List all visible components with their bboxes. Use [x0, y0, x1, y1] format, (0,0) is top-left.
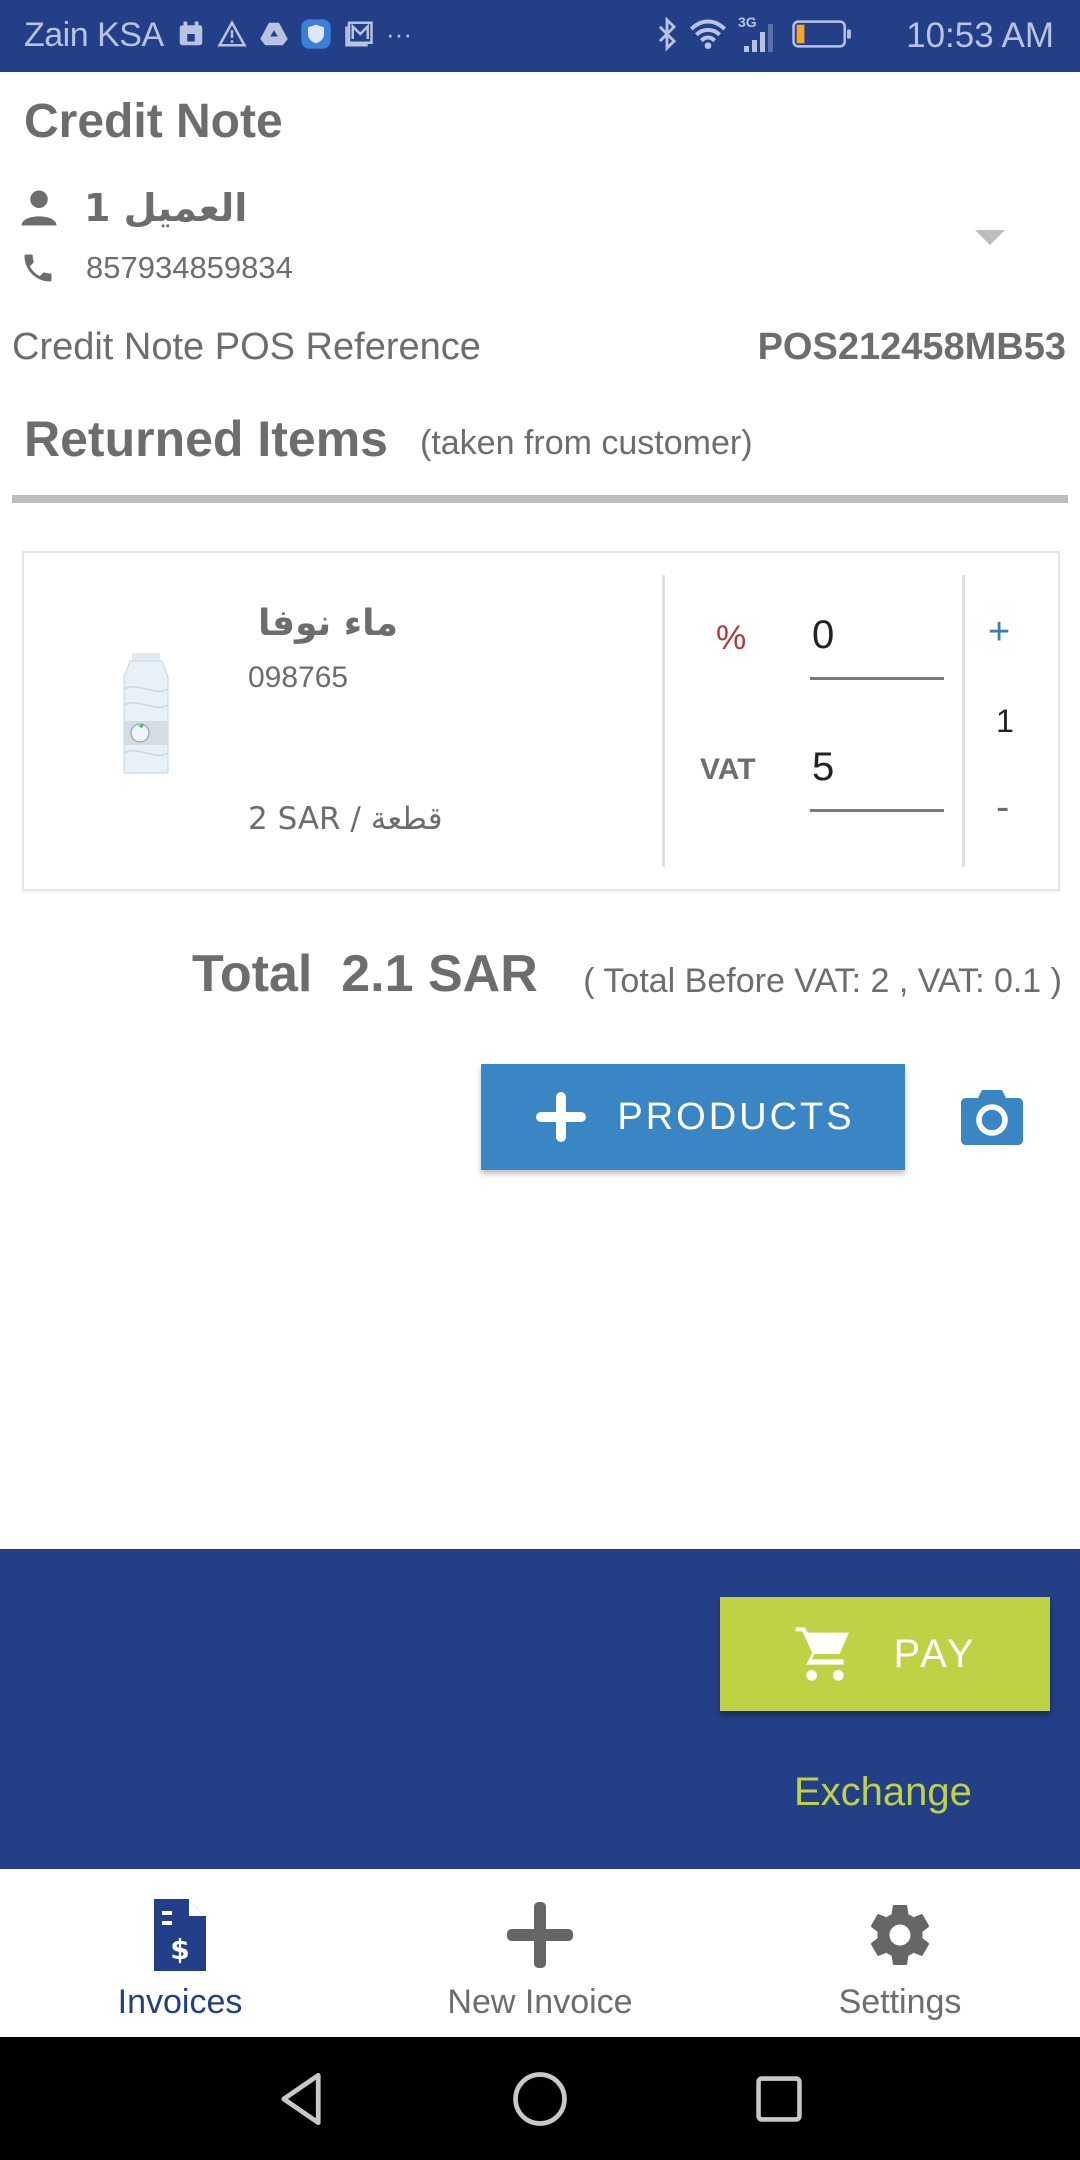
returned-items-subtitle: (taken from customer) — [420, 424, 753, 462]
product-image — [123, 653, 169, 774]
plus-icon — [507, 1902, 573, 1968]
phone-icon — [24, 254, 52, 282]
tab-new-invoice[interactable]: New Invoice — [360, 1869, 720, 2037]
cart-icon — [796, 1627, 850, 1681]
add-products-label: PRODUCTS — [617, 1095, 855, 1138]
quantity-value: 1 — [996, 703, 1014, 739]
vat-label: VAT — [700, 753, 756, 786]
pay-label: PAY — [893, 1631, 977, 1676]
back-button[interactable] — [266, 2067, 336, 2131]
status-bar: Zain KSA ··· 3G 10:53 AM — [0, 0, 1080, 72]
exchange-link[interactable]: Exchange — [794, 1770, 972, 1815]
system-navigation-bar — [0, 2037, 1080, 2160]
add-products-button[interactable]: PRODUCTS — [481, 1064, 905, 1170]
bluetooth-icon — [658, 17, 677, 51]
recents-button[interactable] — [744, 2067, 814, 2131]
notification-icons: ··· — [176, 18, 412, 50]
increment-quantity-button[interactable]: + — [988, 611, 1010, 654]
discount-input[interactable]: 0 — [810, 613, 944, 680]
section-divider — [12, 495, 1068, 503]
card-divider — [962, 575, 965, 867]
customer-phone-row: 857934859834 — [20, 250, 293, 286]
vat-input[interactable]: 5 — [810, 745, 944, 812]
back-icon — [281, 2072, 321, 2126]
page-title: Credit Note — [24, 95, 283, 148]
drive-icon — [260, 22, 288, 46]
plus-icon — [536, 1092, 587, 1142]
customer-name: العميل 1 — [84, 186, 248, 230]
signal-icon: 3G — [738, 14, 782, 52]
calendar-icon — [179, 21, 203, 46]
camera-icon[interactable] — [960, 1086, 1024, 1146]
customer-dropdown-arrow-icon[interactable] — [975, 230, 1005, 245]
item-price: 2 SAR / قطعة — [248, 801, 443, 837]
returned-item-card: ماء نوفا 098765 2 SAR / قطعة % 0 VAT 5 +… — [22, 551, 1060, 891]
customer-phone: 857934859834 — [86, 250, 293, 285]
card-divider — [662, 575, 665, 867]
decrement-quantity-button[interactable]: - — [996, 785, 1009, 830]
recents-icon — [756, 2076, 802, 2122]
pay-button[interactable]: PAY — [720, 1597, 1050, 1711]
tab-settings[interactable]: Settings — [720, 1869, 1080, 2037]
battery-icon — [792, 20, 851, 48]
customer-selector[interactable]: العميل 1 — [18, 186, 247, 230]
returned-items-title: Returned Items — [24, 411, 388, 467]
item-name: ماء نوفا — [258, 603, 398, 644]
discount-percent-label: % — [716, 619, 747, 657]
wifi-icon — [689, 19, 727, 49]
svg-text:$: $ — [170, 1933, 189, 1966]
tab-new-invoice-label: New Invoice — [447, 1983, 633, 2021]
bottom-tab-bar: $ Invoices New Invoice Settings — [0, 1869, 1080, 2037]
clock: 10:53 AM — [906, 16, 1054, 55]
reference-value: POS212458MB53 — [757, 326, 1066, 368]
tab-invoices-label: Invoices — [117, 1983, 243, 2021]
item-code: 098765 — [248, 661, 349, 694]
invoice-icon: $ — [154, 1899, 206, 1971]
tab-invoices[interactable]: $ Invoices — [0, 1869, 360, 2037]
system-indicators: 3G — [656, 14, 854, 52]
total-amount: Total 2.1 SAR — [192, 945, 538, 1003]
gallery-icon — [345, 21, 373, 47]
home-icon — [513, 2072, 567, 2126]
warning-icon — [217, 20, 247, 47]
home-button[interactable] — [505, 2067, 575, 2131]
carrier-name: Zain KSA — [24, 16, 164, 54]
person-icon — [21, 190, 57, 226]
shield-icon — [301, 19, 331, 49]
tab-settings-label: Settings — [838, 1983, 962, 2021]
total-breakdown: ( Total Before VAT: 2 , VAT: 0.1 ) — [583, 962, 1062, 1000]
reference-label: Credit Note POS Reference — [12, 326, 481, 368]
more-notifications-icon: ··· — [386, 18, 412, 49]
gear-icon — [871, 1905, 929, 1965]
